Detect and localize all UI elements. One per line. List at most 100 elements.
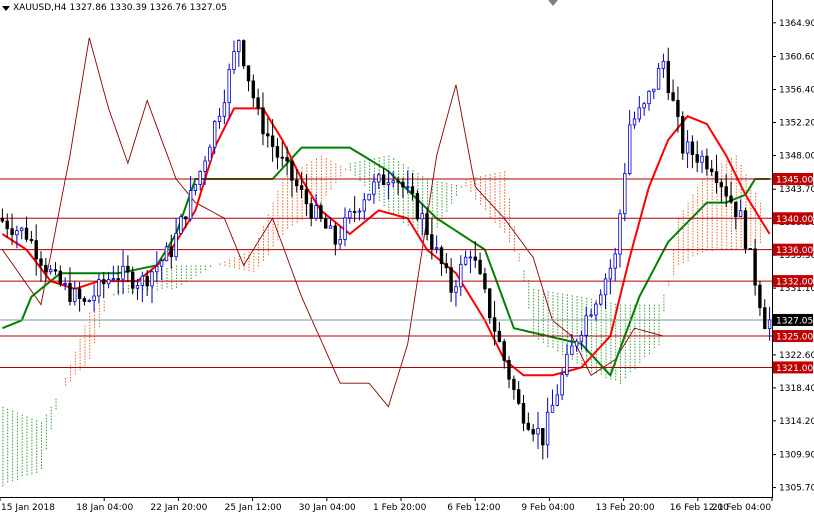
cloud-dot [513,244,515,246]
cloud-dot [31,469,33,472]
cloud-dot [745,198,747,200]
x-tick-label: 13 Feb 20:00 [596,503,655,513]
cloud-dot [45,435,47,438]
cloud-dot [571,355,573,357]
cloud-dot [731,242,732,244]
cloud-dot [340,171,342,174]
cloud-dot [702,221,703,223]
cloud-dot [7,471,9,474]
scroll-marker-icon[interactable] [548,0,558,6]
cloud-dot [639,304,641,307]
cloud-dot [682,213,684,215]
x-tick-label: 30 Jan 04:00 [299,503,356,513]
cloud-dot [615,342,617,345]
cloud-dot [610,338,612,341]
cloud-dot [451,201,453,204]
cloud-dot [489,189,491,191]
cloud-dot [513,238,515,240]
cloud-dot [195,268,197,270]
cloud-dot [562,308,564,311]
cloud-dot [74,360,76,363]
cloud-dot [639,340,641,343]
cloud-dot [620,379,621,382]
cloud-dot [369,183,371,185]
cloud-dot [16,445,18,448]
candle-body [319,205,323,219]
cloud-dot [528,291,530,294]
cloud-dot [697,243,699,246]
cloud-dot [610,347,612,350]
cloud-dot [586,351,588,354]
cloud-dot [740,176,742,179]
cloud-dot [407,224,409,226]
cloud-dot [620,364,621,367]
cloud-dot [16,475,18,478]
cloud-dot [658,340,660,343]
cloud-dot [113,293,115,296]
cloud-dot [610,308,612,311]
cloud-dot [518,259,520,262]
cloud-dot [566,312,568,314]
cloud-dot [716,198,718,201]
cloud-dot [320,182,322,185]
cloud-dot [431,201,433,203]
cloud-dot [711,192,713,195]
candle-body [150,271,154,287]
cloud-dot [634,349,636,352]
cloud-dot [644,313,646,316]
cloud-dot [576,353,578,355]
cloud-dot [489,174,491,176]
cloud-dot [484,208,486,210]
cloud-dot [711,237,713,240]
cloud-dot [528,297,530,300]
cloud-dot [552,313,554,315]
cloud-dot [509,201,510,204]
cloud-dot [209,265,211,267]
cloud-dot [740,167,742,170]
cloud-dot [16,472,18,475]
cloud-dot [649,304,650,307]
cloud-dot [190,277,192,279]
price-chart[interactable]: 1364.901360.601356.401352.201348.001343.… [0,0,814,514]
cloud-dot [499,223,501,225]
cloud-dot [687,235,689,238]
cloud-dot [533,312,535,315]
cloud-dot [624,370,626,373]
cloud-dot [735,239,737,242]
cloud-dot [446,182,448,185]
cloud-dot [702,191,703,193]
cloud-dot [36,444,38,446]
cloud-dot [393,191,395,193]
cloud-dot [12,410,14,413]
cloud-dot [277,235,279,238]
dropdown-triangle-icon[interactable] [2,6,10,11]
candle-body [570,345,574,355]
cloud-dot [576,317,578,319]
cloud-dot [325,158,327,160]
cloud-dot [2,439,4,442]
cloud-dot [692,197,694,200]
cloud-dot [552,331,554,333]
cloud-dot [726,160,728,163]
cloud-dot [658,322,660,325]
cloud-dot [41,455,42,457]
cloud-dot [566,327,568,329]
cloud-dot [600,336,602,339]
cloud-dot [706,204,708,206]
cloud-dot [547,330,549,332]
candle-body [323,218,328,229]
cloud-dot [41,422,42,424]
cloud-dot [277,211,279,214]
cloud-dot [282,215,284,217]
cloud-dot [316,176,317,178]
cloud-dot [528,306,530,309]
cloud-dot [634,337,636,340]
candle-body [599,294,603,305]
candle-body [589,314,593,317]
cloud-dot [499,187,501,189]
cloud-dot [615,369,617,372]
cloud-dot [600,354,602,357]
cloud-dot [185,277,187,279]
cloud-dot [36,453,38,455]
candle-body [652,88,656,92]
